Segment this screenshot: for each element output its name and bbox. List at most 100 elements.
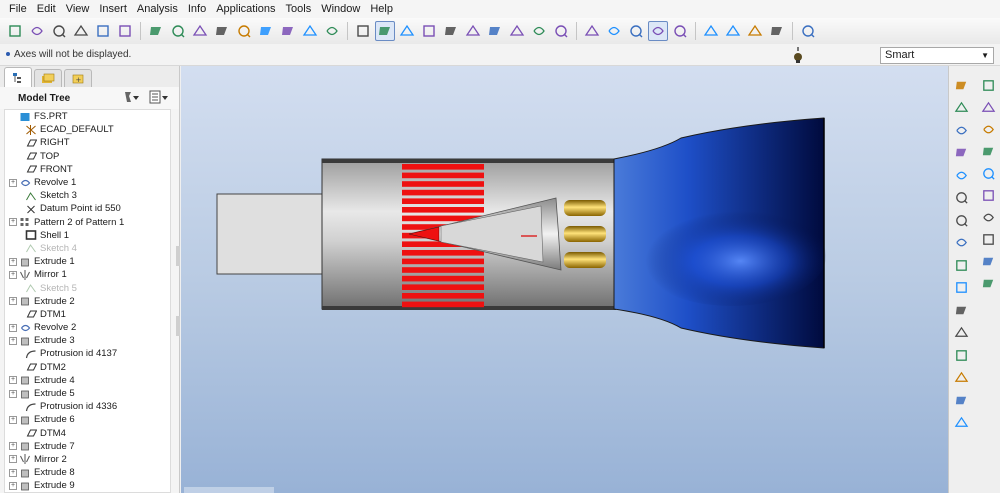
trim-tool-button[interactable] (979, 230, 997, 248)
expand-toggle[interactable]: + (9, 336, 17, 345)
expand-toggle[interactable]: + (9, 468, 17, 477)
tree-item[interactable]: + Mirror 2 (5, 453, 170, 466)
mirror-tool-button[interactable] (979, 274, 997, 292)
tree-item[interactable]: + Extrude 7 (5, 440, 170, 453)
cut-button[interactable] (190, 21, 210, 41)
spin-center-button[interactable] (375, 21, 395, 41)
tree-item[interactable]: Shell 1 (5, 229, 170, 242)
draft-tool-button[interactable] (952, 346, 970, 364)
datum-point-tool-button[interactable] (952, 166, 970, 184)
refit-button[interactable] (485, 21, 505, 41)
csys-display-button[interactable] (767, 21, 787, 41)
tree-item[interactable]: Sketch 4 (5, 242, 170, 255)
csys-tool-button[interactable] (952, 189, 970, 207)
tree-item[interactable]: Protrusion id 4137 (5, 347, 170, 360)
tree-item[interactable]: + Extrude 5 (5, 387, 170, 400)
tree-item[interactable]: Datum Point id 550 (5, 202, 170, 215)
tree-item[interactable]: + Extrude 4 (5, 374, 170, 387)
model-viewport[interactable] (181, 66, 948, 493)
find-button[interactable] (300, 21, 320, 41)
tree-item[interactable]: TOP (5, 150, 170, 163)
expand-toggle[interactable]: + (9, 442, 17, 451)
menu-insert[interactable]: Insert (94, 0, 132, 18)
expand-toggle[interactable]: + (9, 178, 17, 187)
whats-this-button[interactable] (798, 21, 818, 41)
copy-button[interactable] (212, 21, 232, 41)
rib-tool-button[interactable] (952, 391, 970, 409)
selection-filter-dropdown[interactable]: Smart ▼ (880, 47, 994, 64)
menu-edit[interactable]: Edit (32, 0, 61, 18)
orient-button[interactable] (397, 21, 417, 41)
shading-button[interactable] (648, 21, 668, 41)
merge-tool-button[interactable] (979, 208, 997, 226)
zoom-out-button[interactable] (463, 21, 483, 41)
repaint-button[interactable] (353, 21, 373, 41)
boundary-blend-button[interactable] (979, 186, 997, 204)
tree-item[interactable]: Sketch 3 (5, 189, 170, 202)
revolve-tool-button[interactable] (979, 98, 997, 116)
regenerate-button[interactable] (278, 21, 298, 41)
menu-info[interactable]: Info (183, 0, 211, 18)
offset-tool-button[interactable] (979, 252, 997, 270)
redo-button[interactable] (168, 21, 188, 41)
lightbulb-icon[interactable] (793, 47, 803, 63)
preview-button[interactable] (115, 21, 135, 41)
panel-resize-handle[interactable] (176, 246, 180, 266)
panel-resize-handle[interactable] (176, 316, 180, 336)
layers-button[interactable] (551, 21, 571, 41)
email-button[interactable] (93, 21, 113, 41)
expand-toggle[interactable]: + (9, 389, 17, 398)
menu-analysis[interactable]: Analysis (132, 0, 183, 18)
saved-views-button[interactable] (529, 21, 549, 41)
sketched-curve-tool-button[interactable] (952, 144, 970, 162)
tree-item[interactable]: FS.PRT (5, 110, 170, 123)
graphics-window[interactable] (181, 66, 948, 493)
hole-tool-button[interactable] (952, 279, 970, 297)
datum-curve-tool-button[interactable] (952, 121, 970, 139)
expand-toggle[interactable]: + (9, 376, 17, 385)
expand-toggle[interactable]: + (9, 297, 17, 306)
chamfer-tool-button[interactable] (952, 324, 970, 342)
tree-item[interactable]: Sketch 5 (5, 281, 170, 294)
tree-item[interactable]: + Extrude 6 (5, 413, 170, 426)
hidden-line-button[interactable] (604, 21, 624, 41)
tree-item[interactable]: + Pattern 2 of Pattern 1 (5, 216, 170, 229)
tree-show-icon[interactable] (149, 90, 169, 104)
placed-feature-button[interactable] (952, 256, 970, 274)
blend-tool-button[interactable] (979, 142, 997, 160)
paste-special-button[interactable] (256, 21, 276, 41)
expand-toggle[interactable]: + (9, 455, 17, 464)
tree-settings-icon[interactable] (123, 90, 141, 104)
tree-item[interactable]: Protrusion id 4336 (5, 400, 170, 413)
sweep-tool-button[interactable] (979, 120, 997, 138)
extrude-tool-button[interactable] (979, 76, 997, 94)
expand-toggle[interactable]: + (9, 415, 17, 424)
open-button[interactable] (27, 21, 47, 41)
tree-item[interactable]: ECAD_DEFAULT (5, 123, 170, 136)
shell-tool-button[interactable] (952, 369, 970, 387)
tree-item[interactable]: + Mirror 1 (5, 268, 170, 281)
menu-file[interactable]: File (4, 0, 32, 18)
tree-item[interactable]: RIGHT (5, 136, 170, 149)
expand-toggle[interactable]: + (9, 270, 17, 279)
cable-tool-button[interactable] (952, 234, 970, 252)
tree-item[interactable]: + Revolve 1 (5, 176, 170, 189)
menu-view[interactable]: View (61, 0, 95, 18)
tree-item[interactable]: DTM2 (5, 361, 170, 374)
appearance-button[interactable] (419, 21, 439, 41)
tree-item[interactable]: + Extrude 9 (5, 479, 170, 492)
datum-planes-button[interactable] (701, 21, 721, 41)
expand-toggle[interactable]: + (9, 257, 17, 266)
menu-window[interactable]: Window (316, 0, 365, 18)
datum-plane-tool-button[interactable] (952, 76, 970, 94)
save-button[interactable] (49, 21, 69, 41)
datum-axes-button[interactable] (723, 21, 743, 41)
no-hidden-button[interactable] (626, 21, 646, 41)
round-tool-button[interactable] (952, 301, 970, 319)
tree-item[interactable]: + Extrude 3 (5, 334, 170, 347)
tab-favorites[interactable]: + (64, 69, 92, 87)
paste-button[interactable] (234, 21, 254, 41)
tab-model-tree[interactable] (4, 67, 32, 87)
menu-help[interactable]: Help (365, 0, 398, 18)
undo-button[interactable] (146, 21, 166, 41)
